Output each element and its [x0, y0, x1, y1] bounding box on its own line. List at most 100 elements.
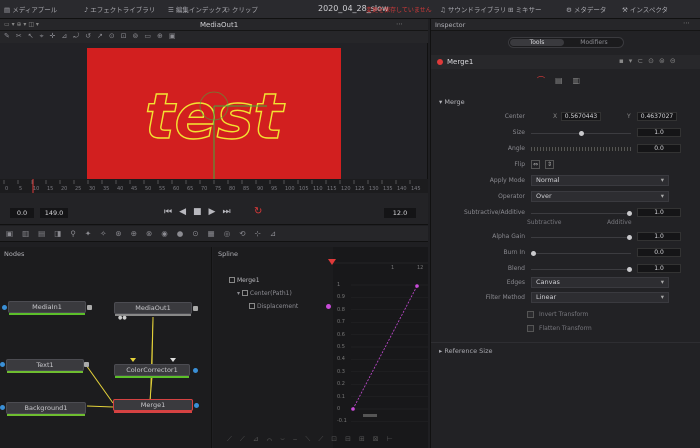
size-knob: [579, 131, 584, 136]
invert-transform-checkbox[interactable]: [527, 311, 534, 318]
node-port[interactable]: [2, 305, 7, 310]
node-mediaout1[interactable]: MediaOut1: [114, 302, 192, 316]
filter-method-select[interactable]: Linear ▾: [531, 292, 669, 303]
tab-modifiers[interactable]: Modifiers: [567, 39, 621, 46]
node-header: Merge1 ▪▾⊂⊙⊜⊝: [431, 55, 700, 69]
chevron-down-icon: ▾: [660, 293, 664, 301]
current-frame-field[interactable]: 12.0: [384, 208, 416, 218]
end-time-field[interactable]: 149.0: [40, 208, 68, 218]
loop-icon[interactable]: ↻: [254, 206, 262, 217]
inspector-menu-icon[interactable]: ⋯: [683, 19, 690, 27]
node-colorcorrector1[interactable]: ColorCorrector1: [114, 364, 190, 378]
filter-method-label: Filter Method: [485, 294, 525, 301]
viewer-tools-icons[interactable]: ✎✂↖⌖✛⊿⤾↺↗⊙⊡⊚▭⊕▣: [4, 32, 182, 41]
subtractive-additive-knob: [627, 211, 632, 216]
nodes-panel[interactable]: Nodes MediaIn1 MediaOut1 Text1 ColorCorr…: [0, 247, 212, 448]
node-background1[interactable]: Background1: [6, 402, 86, 416]
unsaved-status: 変更を保存していません: [366, 7, 432, 14]
node-port[interactable]: [87, 305, 92, 310]
node-port[interactable]: [84, 362, 89, 367]
flip-vertical-icon[interactable]: ⇕: [545, 160, 554, 169]
tab-tools[interactable]: Tools: [510, 39, 564, 46]
apply-mode-select[interactable]: Normal ▾: [531, 175, 669, 186]
edges-select[interactable]: Canvas ▾: [531, 277, 669, 288]
blend-field[interactable]: 1.0: [637, 264, 681, 273]
burn-in-slider[interactable]: [531, 251, 631, 256]
merge-section-header[interactable]: ▾ Merge: [431, 96, 700, 108]
size-row: Size 1.0: [431, 126, 700, 140]
node-color-dot[interactable]: [437, 59, 443, 65]
spline-scroll-thumb: [363, 414, 377, 417]
inspector-title: Inspector: [435, 21, 466, 29]
node-port[interactable]: [0, 362, 5, 367]
flatten-transform-checkbox[interactable]: [527, 325, 534, 332]
chevron-down-icon: ▾: [660, 192, 664, 200]
media-pool-tab[interactable]: ▤ メディアプール: [4, 4, 57, 14]
alpha-gain-slider[interactable]: [531, 235, 632, 240]
subtractive-caption: Subtractive: [527, 219, 562, 226]
size-slider[interactable]: [531, 131, 631, 136]
spline-tools-icons[interactable]: ⟋⟋⊿⌒⌣⌢⟍⟋⊡⊟⊞⊠⊢: [213, 435, 428, 447]
center-y-field[interactable]: 0.4637027: [637, 112, 677, 121]
ruler-tick-label: 0: [5, 186, 8, 192]
playback-controls[interactable]: ⏮◀■▶⏭: [164, 207, 238, 217]
size-field[interactable]: 1.0: [637, 128, 681, 137]
blend-knob: [627, 267, 632, 272]
blend-slider[interactable]: [531, 267, 632, 272]
node-name: Merge1: [447, 58, 474, 66]
burn-in-row: Burn In 0.0: [431, 246, 700, 260]
operator-select[interactable]: Over ▾: [531, 191, 669, 202]
node-port[interactable]: [193, 368, 198, 373]
inspector-subtabs-icons[interactable]: ⌒▤▥: [537, 75, 590, 86]
metadata-tab[interactable]: ⚙ メタデータ: [566, 4, 606, 14]
displacement-curve: [352, 285, 418, 410]
y-tick: 1: [337, 282, 341, 288]
tool-bar: ▣▥▤◨⚲✦✧⊛⊕⊗◉●⊙▦◎⟲⊹⊿: [0, 226, 428, 242]
viewer-menu-icon[interactable]: ⋯: [396, 20, 403, 28]
node-port[interactable]: [0, 405, 5, 410]
subtractive-additive-field[interactable]: 1.0: [637, 208, 681, 217]
node-dots-icon: ●●: [118, 315, 127, 321]
spline-title: Spline: [218, 250, 238, 258]
subtractive-additive-slider[interactable]: [531, 211, 632, 216]
spline-tree-displacement[interactable]: Displacement: [249, 303, 298, 310]
reference-size-section[interactable]: ▸ Reference Size: [439, 347, 492, 355]
viewer-options-icon[interactable]: ▭ ▾ ⊕ ▾ ◫ ▾: [4, 21, 39, 28]
ruler-tick-label: 70: [201, 186, 207, 192]
time-ruler[interactable]: 0 5 10 15 20 25 30 35 40 45 50 55 60 65 70 75 80 85 90 95 10…: [0, 179, 428, 193]
sound-library-tab[interactable]: ♫ サウンドライブラリ: [440, 4, 506, 14]
canvas-text: test: [145, 80, 286, 153]
center-x-field[interactable]: 0.5670443: [561, 112, 601, 121]
spline-tree-merge1[interactable]: Merge1: [229, 277, 260, 284]
node-merge1[interactable]: Merge1: [113, 399, 193, 413]
angle-thumbwheel[interactable]: [531, 147, 631, 151]
spline-panel[interactable]: Spline 1 0.9 0.8 0.7 0.6 0.5 0.4 0.3 0.2 0.1 0 -0.1…: [213, 247, 428, 448]
playhead-marker[interactable]: [328, 259, 336, 265]
x-tick: 1: [391, 265, 395, 271]
effects-library-tab[interactable]: ♪ エフェクトライブラリ: [84, 4, 155, 14]
node-header-icons[interactable]: ▪▾⊂⊙⊜⊝: [619, 57, 681, 65]
input-arrow-icon: [130, 358, 136, 362]
node-mediain1[interactable]: MediaIn1: [8, 301, 86, 315]
divider: [431, 342, 700, 343]
burn-in-field[interactable]: 0.0: [637, 248, 681, 257]
fusion-tools-icons[interactable]: ▣▥▤◨⚲✦✧⊛⊕⊗◉●⊙▦◎⟲⊹⊿: [6, 229, 285, 238]
alpha-gain-field[interactable]: 1.0: [637, 232, 681, 241]
node-port[interactable]: [194, 403, 199, 408]
node-port[interactable]: [193, 306, 198, 311]
inspector-tab[interactable]: ⚒ インスペクタ: [622, 4, 668, 14]
start-time-field[interactable]: 0.0: [10, 208, 34, 218]
y-tick: 0.8: [337, 306, 345, 313]
viewer-title: MediaOut1: [200, 21, 239, 29]
mixer-tab[interactable]: ⊞ ミキサー: [508, 4, 542, 14]
viewer-canvas[interactable]: test: [87, 48, 341, 196]
node-text1[interactable]: Text1: [6, 359, 84, 373]
ruler-tick-label: 135: [383, 186, 393, 192]
inspector-tabs: Tools Modifiers: [508, 37, 624, 48]
clip-tab[interactable]: ⚇ クリップ: [224, 4, 258, 14]
angle-field[interactable]: 0.0: [637, 144, 681, 153]
flip-horizontal-icon[interactable]: ⇔: [531, 160, 540, 169]
edit-index-tab[interactable]: ☰ 編集インデックス: [168, 4, 228, 14]
edges-label: Edges: [506, 279, 525, 286]
spline-tree-center[interactable]: ▾ Center(Path1): [237, 290, 292, 297]
